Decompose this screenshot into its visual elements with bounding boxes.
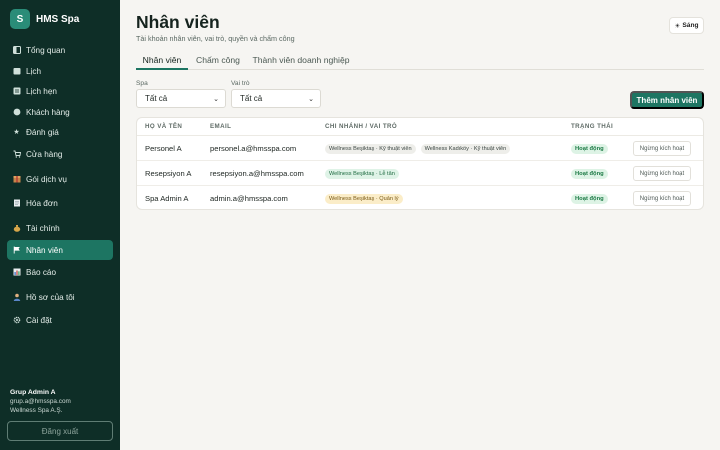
status-badge: Hoạt động xyxy=(571,143,608,154)
branch-role-tags: Wellness Beşiktaş · Lễ tân xyxy=(325,161,404,186)
column-header-status: TRẠNG THÁI xyxy=(571,123,614,130)
chevron-down-icon: ⌄ xyxy=(213,95,219,103)
deactivate-button[interactable]: Ngừng kích hoạt xyxy=(633,191,691,206)
dashboard-icon xyxy=(12,46,21,55)
branch-role-tag: Wellness Beşiktaş · Lễ tân xyxy=(325,168,399,179)
sidebar-item-label: Báo cáo xyxy=(26,267,57,277)
spa-filter-value: Tất cả xyxy=(145,94,168,103)
sidebar-item-label: Nhân viên xyxy=(26,245,63,255)
sidebar-item-settings[interactable]: Cài đặt xyxy=(7,310,113,330)
sidebar-item-reviews[interactable]: ★ Đánh giá xyxy=(7,122,113,142)
table-row[interactable]: Personel A personel.a@hmsspa.com Wellnes… xyxy=(137,136,703,161)
customers-icon xyxy=(12,108,21,117)
staff-email: resepsiyon.a@hmsspa.com xyxy=(210,169,304,178)
sidebar-item-label: Hồ sơ của tôi xyxy=(26,292,75,302)
branch-role-tag: Wellness Beşiktaş · Kỹ thuật viên xyxy=(325,143,416,154)
table-header: HỌ VÀ TÊN EMAIL CHI NHÁNH / VAI TRÒ TRẠN… xyxy=(137,118,703,136)
user-name: Grup Admin A xyxy=(10,389,56,396)
sidebar-item-appointments[interactable]: Lịch hẹn xyxy=(7,81,113,101)
staff-table: HỌ VÀ TÊN EMAIL CHI NHÁNH / VAI TRÒ TRẠN… xyxy=(136,117,704,210)
chevron-down-icon: ⌄ xyxy=(308,95,314,103)
user-company: Wellness Spa A.Ş. xyxy=(10,407,63,414)
status-cell: Hoạt động xyxy=(571,186,608,209)
tab-attendance[interactable]: Chấm công xyxy=(192,53,244,70)
sidebar-item-label: Tài chính xyxy=(26,223,60,233)
staff-name: Spa Admin A xyxy=(145,194,189,203)
calendar-icon xyxy=(12,67,21,76)
sidebar-item-label: Hóa đơn xyxy=(26,198,58,208)
column-header-name: HỌ VÀ TÊN xyxy=(145,123,183,130)
sidebar-item-label: Đánh giá xyxy=(26,127,59,137)
sidebar-item-label: Lịch hẹn xyxy=(26,86,57,96)
star-icon: ★ xyxy=(13,129,20,136)
status-badge: Hoạt động xyxy=(571,168,608,179)
branch-role-tag: Wellness Beşiktaş · Quản lý xyxy=(325,193,403,204)
spa-filter-select[interactable]: Tất cả ⌄ xyxy=(136,89,226,108)
column-header-email: EMAIL xyxy=(210,123,232,130)
theme-toggle-button[interactable]: ☀ Sáng xyxy=(669,17,704,34)
sidebar-item-label: Lịch xyxy=(26,66,42,76)
package-icon xyxy=(12,175,21,184)
sidebar-item-finance[interactable]: Tài chính xyxy=(7,218,113,238)
chart-icon xyxy=(12,268,21,277)
role-filter-label: Vai trò xyxy=(231,80,250,87)
status-badge: Hoạt động xyxy=(571,193,608,204)
page-title: Nhân viên xyxy=(136,12,220,32)
theme-label: Sáng xyxy=(682,22,699,29)
branch-role-tags: Wellness Beşiktaş · Quản lý xyxy=(325,186,408,209)
spa-filter-label: Spa xyxy=(136,80,148,87)
brand-name: HMS Spa xyxy=(36,13,80,25)
sun-icon: ☀ xyxy=(674,22,681,30)
sidebar-item-label: Cài đặt xyxy=(26,315,52,325)
logout-button[interactable]: Đăng xuất xyxy=(7,421,113,441)
tab-staff[interactable]: Nhân viên xyxy=(136,53,188,70)
tab-business-members[interactable]: Thành viên doanh nghiệp xyxy=(252,53,350,70)
staff-name: Resepsiyon A xyxy=(145,169,192,178)
sidebar-item-shop[interactable]: Cửa hàng xyxy=(7,144,113,164)
sidebar-item-reports[interactable]: Báo cáo xyxy=(7,262,113,282)
status-cell: Hoạt động xyxy=(571,136,608,161)
profile-icon xyxy=(12,293,21,302)
branch-role-tag: Wellness Kadıköy · Kỹ thuật viên xyxy=(420,143,511,154)
staff-email: personel.a@hmsspa.com xyxy=(210,144,297,153)
sidebar-item-staff[interactable]: Nhân viên xyxy=(7,240,113,260)
sidebar-item-label: Cửa hàng xyxy=(26,149,63,159)
sidebar-item-overview[interactable]: Tổng quan xyxy=(7,40,113,60)
sidebar-item-invoices[interactable]: Hóa đơn xyxy=(7,193,113,213)
appointments-icon xyxy=(12,87,21,96)
deactivate-button[interactable]: Ngừng kích hoạt xyxy=(633,141,691,156)
staff-email: admin.a@hmsspa.com xyxy=(210,194,288,203)
status-cell: Hoạt động xyxy=(571,161,608,186)
brand-logo: S xyxy=(10,9,30,29)
sidebar-item-label: Gói dịch vụ xyxy=(26,174,67,184)
invoice-icon xyxy=(12,199,21,208)
sidebar-item-my-profile[interactable]: Hồ sơ của tôi xyxy=(7,287,113,307)
tab-bar: Nhân viên Chấm công Thành viên doanh ngh… xyxy=(136,53,704,70)
gear-icon xyxy=(12,316,21,325)
deactivate-button[interactable]: Ngừng kích hoạt xyxy=(633,166,691,181)
table-row[interactable]: Spa Admin A admin.a@hmsspa.com Wellness … xyxy=(137,186,703,209)
sidebar-item-packages[interactable]: Gói dịch vụ xyxy=(7,169,113,189)
branch-role-tags: Wellness Beşiktaş · Kỹ thuật viên Wellne… xyxy=(325,136,515,161)
add-staff-button[interactable]: Thêm nhân viên xyxy=(630,91,704,109)
cart-icon xyxy=(12,150,21,159)
sidebar: S HMS Spa Tổng quan Lịch Lịch hẹn Khách … xyxy=(0,0,120,450)
user-email: grup.a@hmsspa.com xyxy=(10,398,71,405)
column-header-branch-role: CHI NHÁNH / VAI TRÒ xyxy=(325,123,398,130)
staff-name: Personel A xyxy=(145,144,182,153)
current-user: Grup Admin A grup.a@hmsspa.com Wellness … xyxy=(10,389,71,414)
sidebar-item-label: Tổng quan xyxy=(26,45,66,55)
page-subtitle: Tài khoản nhân viên, vai trò, quyền và c… xyxy=(136,34,295,43)
brand[interactable]: S HMS Spa xyxy=(10,9,79,29)
sidebar-item-customers[interactable]: Khách hàng xyxy=(7,102,113,122)
role-filter-select[interactable]: Tất cả ⌄ xyxy=(231,89,321,108)
sidebar-item-label: Khách hàng xyxy=(26,107,70,117)
table-row[interactable]: Resepsiyon A resepsiyon.a@hmsspa.com Wel… xyxy=(137,161,703,186)
flag-icon xyxy=(12,246,21,255)
sidebar-item-calendar[interactable]: Lịch xyxy=(7,61,113,81)
money-bag-icon xyxy=(12,224,21,233)
role-filter-value: Tất cả xyxy=(240,94,263,103)
